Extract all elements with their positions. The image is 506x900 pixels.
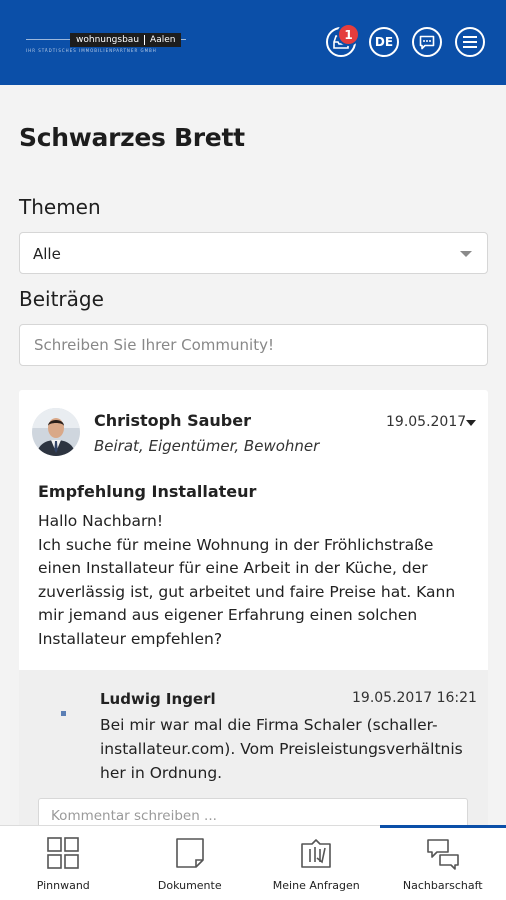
post-text: Ich suche für meine Wohnung in der Fröhl… <box>38 535 456 648</box>
post-composer-input[interactable] <box>19 324 488 366</box>
nav-item-pinnwand[interactable]: Pinnwand <box>0 826 127 900</box>
dropdown-caret-icon <box>460 251 472 257</box>
posts-label: Beiträge <box>19 287 104 311</box>
commenter-avatar-icon <box>61 711 66 716</box>
logo-wordmark: wohnungsbau Aalen <box>70 33 182 47</box>
requests-icon <box>301 839 332 868</box>
top-app-bar: wohnungsbau Aalen IHR STÄDTISCHES IMMOBI… <box>0 0 506 85</box>
post-greeting: Hallo Nachbarn! <box>38 512 164 530</box>
topics-select[interactable]: Alle <box>19 232 488 274</box>
comment-section: Ludwig Ingerl 19.05.2017 16:21 Bei mir w… <box>19 670 488 825</box>
company-logo[interactable]: wohnungsbau Aalen IHR STÄDTISCHES IMMOBI… <box>26 33 186 55</box>
nav-label-pinnwand: Pinnwand <box>36 879 90 892</box>
topics-selected-value: Alle <box>33 245 61 263</box>
nav-label-nachbarschaft: Nachbarschaft <box>402 879 483 892</box>
notification-badge: 1 <box>337 23 360 46</box>
logo-word-left: wohnungsbau <box>76 35 140 45</box>
author-avatar[interactable] <box>32 408 80 456</box>
document-icon <box>175 838 204 868</box>
logo-tagline: IHR STÄDTISCHES IMMOBILIENPARTNER GMBH <box>26 48 157 53</box>
nav-item-nachbarschaft[interactable]: Nachbarschaft <box>379 825 506 900</box>
nav-label-meine-anfragen: Meine Anfragen <box>272 879 360 892</box>
post-title: Empfehlung Installateur <box>38 482 257 501</box>
menu-icon[interactable] <box>455 27 485 57</box>
post-options-caret-icon[interactable] <box>466 420 476 426</box>
nav-item-meine-anfragen[interactable]: Meine Anfragen <box>253 826 380 900</box>
language-toggle[interactable]: DE <box>369 27 399 57</box>
nav-item-dokumente[interactable]: Dokumente <box>127 826 254 900</box>
comment-text: Bei mir war mal die Firma Schaler (schal… <box>100 716 463 782</box>
page-title: Schwarzes Brett <box>19 123 245 152</box>
post-card: Christoph Sauber Beirat, Eigentümer, Bew… <box>19 390 488 825</box>
post-body: Hallo Nachbarn! Ich suche für meine Wohn… <box>38 510 478 651</box>
bottom-navigation: Pinnwand Dokumente Meine Anfragen Nachba… <box>0 825 506 900</box>
logo-word-right: Aalen <box>150 35 176 45</box>
author-roles: Beirat, Eigentümer, Bewohner <box>94 437 320 455</box>
topics-label: Themen <box>19 195 101 219</box>
main-content: Schwarzes Brett Themen Alle Beiträge Chr… <box>0 85 506 825</box>
comment-datetime: 19.05.2017 16:21 <box>352 690 477 706</box>
post-date: 19.05.2017 <box>386 414 467 430</box>
neighborhood-chat-icon <box>426 839 459 870</box>
chat-glyph <box>419 35 435 49</box>
comment-input[interactable] <box>38 798 468 825</box>
avatar-photo <box>32 408 80 456</box>
grid-icon <box>47 837 80 869</box>
comment-author[interactable]: Ludwig Ingerl <box>100 690 216 708</box>
nav-label-dokumente: Dokumente <box>157 879 222 892</box>
hamburger-glyph <box>463 36 477 48</box>
chat-icon[interactable] <box>412 27 442 57</box>
post-author[interactable]: Christoph Sauber <box>94 411 251 430</box>
